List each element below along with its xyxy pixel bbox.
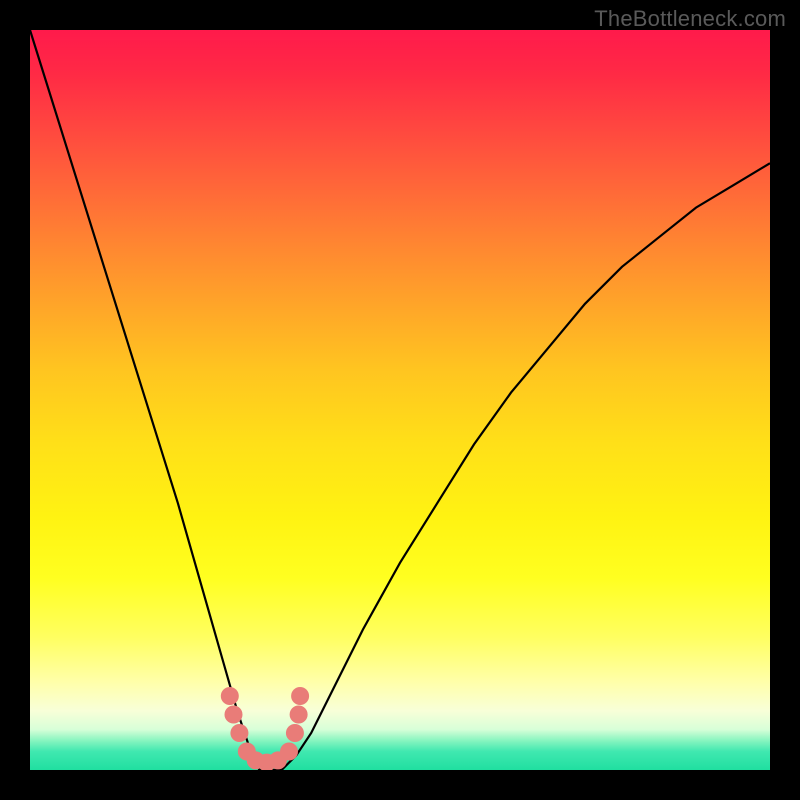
marker-dot — [280, 743, 298, 761]
chart-frame: TheBottleneck.com — [0, 0, 800, 800]
marker-dot — [286, 724, 304, 742]
marker-dot — [290, 706, 308, 724]
marker-dot — [225, 706, 243, 724]
marker-dots — [221, 687, 309, 770]
marker-dot — [221, 687, 239, 705]
marker-dot — [291, 687, 309, 705]
plot-area — [30, 30, 770, 770]
bottleneck-curve — [30, 30, 770, 770]
curve-layer — [30, 30, 770, 770]
watermark-text: TheBottleneck.com — [594, 6, 786, 32]
marker-dot — [230, 724, 248, 742]
